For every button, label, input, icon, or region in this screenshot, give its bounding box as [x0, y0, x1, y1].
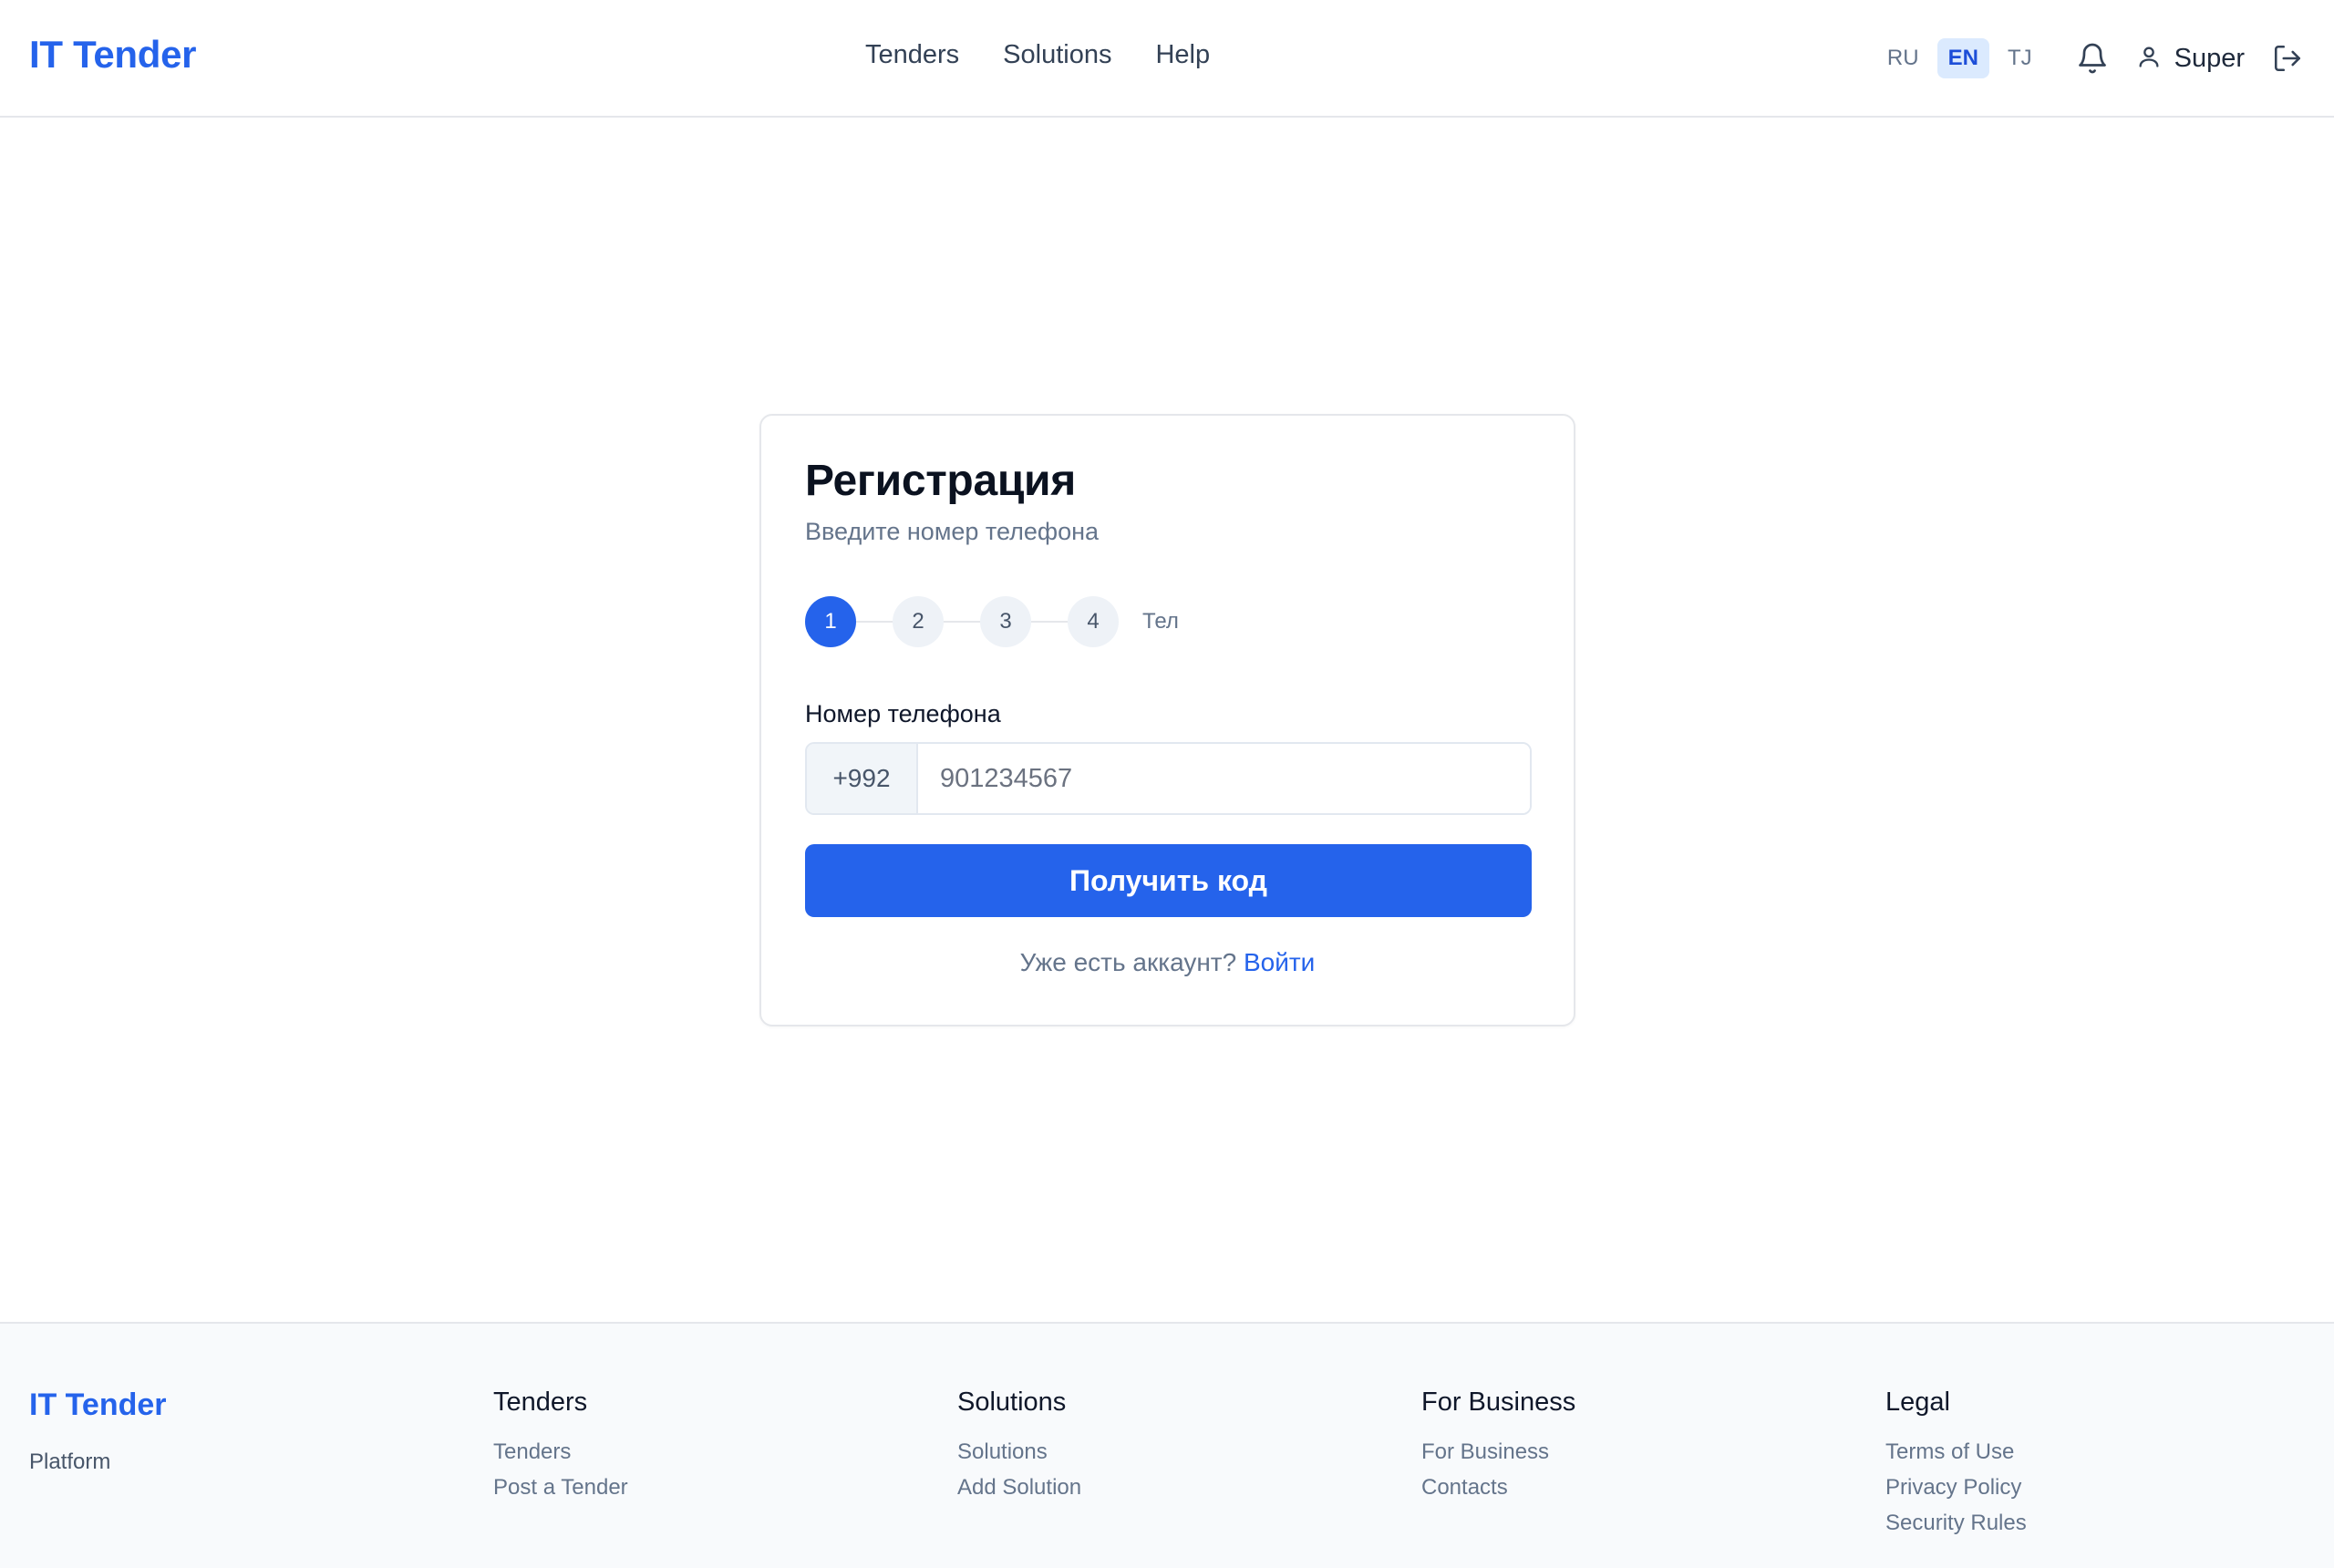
login-link[interactable]: Войти — [1244, 948, 1315, 976]
footer-col-business: For Business For Business Contacts — [1421, 1387, 1575, 1511]
footer-col-title: Tenders — [493, 1387, 588, 1417]
footer-col-title: Solutions — [957, 1387, 1067, 1417]
registration-card: Регистрация Введите номер телефона 1 2 3… — [759, 414, 1575, 1026]
footer-col-legal: Legal Terms of Use Privacy Policy Securi… — [1885, 1387, 2027, 1546]
footer-link-for-business[interactable]: For Business — [1421, 1439, 1575, 1465]
brand-logo[interactable]: IT Tender — [29, 33, 197, 77]
lang-tj[interactable]: TJ — [1997, 38, 2043, 78]
step-connector — [856, 621, 893, 623]
header-actions: RU EN TJ Super — [1876, 0, 2305, 117]
footer-link-terms[interactable]: Terms of Use — [1885, 1439, 2027, 1465]
language-switcher: RU EN TJ — [1876, 38, 2043, 78]
logout-icon[interactable] — [2270, 41, 2305, 76]
lang-en[interactable]: EN — [1936, 38, 1989, 78]
top-header: IT Tender Tenders Solutions Help RU EN T… — [0, 0, 2334, 118]
footer-col-title: Legal — [1885, 1387, 1950, 1417]
footer-col-tenders: Tenders Tenders Post a Tender — [493, 1387, 628, 1511]
login-prompt-row: Уже есть аккаунт? Войти — [761, 948, 1574, 977]
nav-tenders[interactable]: Tenders — [865, 40, 959, 70]
nav-solutions[interactable]: Solutions — [1003, 40, 1111, 70]
user-menu[interactable]: Super — [2136, 43, 2245, 75]
main-nav: Tenders Solutions Help — [865, 40, 1210, 70]
phone-label: Номер телефона — [805, 700, 1001, 727]
footer-brand[interactable]: IT Tender — [29, 1387, 167, 1423]
footer-link-post-tender[interactable]: Post a Tender — [493, 1475, 628, 1501]
step-connector — [1031, 621, 1068, 623]
step-1: 1 — [805, 596, 856, 647]
footer-link-privacy[interactable]: Privacy Policy — [1885, 1475, 2027, 1501]
step-label: Тел — [1142, 609, 1179, 634]
page: IT Tender Tenders Solutions Help RU EN T… — [0, 0, 2334, 1568]
footer-link-solutions[interactable]: Solutions — [957, 1439, 1081, 1465]
step-2: 2 — [893, 596, 944, 647]
card-subtitle: Введите номер телефона — [805, 518, 1100, 545]
footer-col-title: For Business — [1421, 1387, 1576, 1417]
login-prompt: Уже есть аккаунт? — [1019, 948, 1237, 976]
user-icon — [2136, 43, 2162, 75]
step-indicator: 1 2 3 4 Тел — [805, 596, 1179, 647]
footer: IT Tender Platform Tenders Tenders Post … — [0, 1322, 2334, 1568]
footer-col-solutions: Solutions Solutions Add Solution — [957, 1387, 1081, 1511]
footer-link-security[interactable]: Security Rules — [1885, 1511, 2027, 1536]
nav-help[interactable]: Help — [1155, 40, 1210, 70]
step-connector — [944, 621, 980, 623]
bell-icon[interactable] — [2074, 40, 2111, 77]
phone-field-group: +992 — [805, 742, 1532, 815]
step-4: 4 — [1068, 596, 1119, 647]
phone-prefix: +992 — [807, 744, 918, 813]
step-3: 3 — [980, 596, 1031, 647]
phone-input[interactable] — [918, 744, 1530, 813]
user-name: Super — [2174, 43, 2245, 73]
get-code-button[interactable]: Получить код — [805, 844, 1532, 917]
lang-ru[interactable]: RU — [1876, 38, 1930, 78]
footer-tagline: Platform — [29, 1449, 111, 1474]
footer-link-add-solution[interactable]: Add Solution — [957, 1475, 1081, 1501]
card-title: Регистрация — [805, 457, 1076, 505]
footer-link-tenders[interactable]: Tenders — [493, 1439, 628, 1465]
footer-link-contacts[interactable]: Contacts — [1421, 1475, 1575, 1501]
